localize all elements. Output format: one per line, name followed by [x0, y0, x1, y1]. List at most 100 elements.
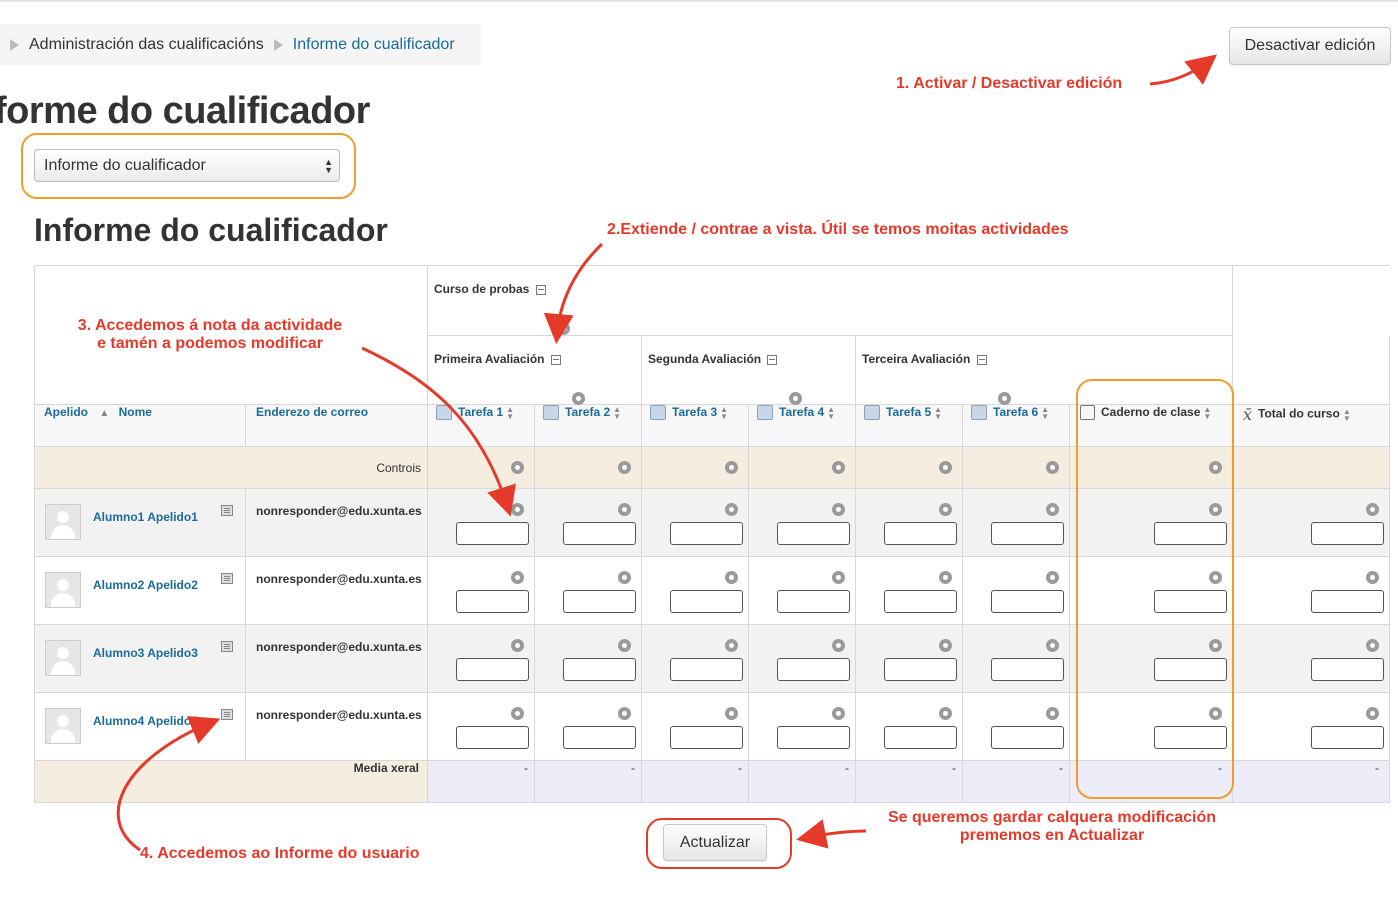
annotation-4: 4. Accedemos ao Informe do usuario [140, 845, 420, 862]
grade-input[interactable] [456, 658, 529, 681]
grade-input[interactable] [1311, 590, 1384, 613]
grade-input[interactable] [777, 658, 850, 681]
grade-cell [748, 556, 856, 625]
gear-icon[interactable] [939, 503, 952, 516]
sort-icon[interactable]: ▲ ▼ [1041, 405, 1049, 420]
avatar[interactable] [45, 708, 81, 744]
avatar[interactable] [45, 572, 81, 608]
gear-icon[interactable] [511, 571, 524, 584]
gear-icon[interactable] [618, 461, 631, 474]
sort-icon[interactable]: ▲ ▼ [613, 405, 621, 420]
expand-icon[interactable] [976, 354, 987, 365]
gear-icon[interactable] [725, 503, 738, 516]
grade-input[interactable] [563, 590, 636, 613]
gear-icon[interactable] [832, 503, 845, 516]
grade-input[interactable] [670, 726, 743, 749]
grade-input[interactable] [991, 726, 1064, 749]
sort-email[interactable]: Enderezo de correo [256, 405, 368, 419]
collapse-icon[interactable] [535, 284, 546, 295]
grade-input[interactable] [777, 726, 850, 749]
sort-icon[interactable]: ▲ ▼ [1343, 407, 1351, 422]
grade-input[interactable] [670, 658, 743, 681]
gear-icon[interactable] [1046, 503, 1059, 516]
gear-icon[interactable] [832, 639, 845, 652]
grade-input[interactable] [1311, 658, 1384, 681]
user-report-icon[interactable] [221, 641, 233, 652]
gear-icon[interactable] [1046, 461, 1059, 474]
gear-icon[interactable] [939, 639, 952, 652]
grade-input[interactable] [1311, 522, 1384, 545]
expand-icon[interactable] [767, 354, 778, 365]
gear-icon[interactable] [725, 571, 738, 584]
grade-input[interactable] [884, 590, 957, 613]
gear-icon[interactable] [939, 461, 952, 474]
grade-input[interactable] [456, 522, 529, 545]
gear-icon[interactable] [1366, 639, 1379, 652]
gear-icon[interactable] [1046, 639, 1059, 652]
expand-icon[interactable] [550, 354, 561, 365]
category-first: Primeira Avaliación [427, 335, 642, 405]
gear-icon[interactable] [1046, 707, 1059, 720]
breadcrumb-item-admin[interactable]: Administración das cualificacións [29, 36, 264, 54]
assignment-icon [864, 405, 880, 421]
arrow-1 [1149, 54, 1218, 86]
gear-icon[interactable] [618, 571, 631, 584]
avatar[interactable] [45, 504, 81, 540]
grade-input[interactable] [884, 522, 957, 545]
toggle-editing-button[interactable]: Desactivar edición [1229, 27, 1391, 65]
grade-input[interactable] [563, 658, 636, 681]
gear-icon[interactable] [618, 503, 631, 516]
user-report-icon[interactable] [221, 573, 233, 584]
first-gear-icon[interactable] [572, 392, 586, 405]
grade-input[interactable] [456, 590, 529, 613]
gear-icon[interactable] [939, 707, 952, 720]
student-name[interactable]: Alumno3 Apelido3 [93, 646, 198, 660]
gear-icon[interactable] [618, 639, 631, 652]
grade-input[interactable] [1311, 726, 1384, 749]
grade-input[interactable] [777, 590, 850, 613]
grade-input[interactable] [991, 658, 1064, 681]
second-gear-icon[interactable] [788, 392, 802, 405]
grade-input[interactable] [563, 726, 636, 749]
gear-icon[interactable] [1366, 571, 1379, 584]
avatar[interactable] [45, 640, 81, 676]
gear-icon[interactable] [511, 461, 524, 474]
user-report-icon[interactable] [221, 505, 233, 516]
sort-surname[interactable]: Apelido [44, 405, 88, 419]
breadcrumb-item-grader[interactable]: Informe do cualificador [293, 36, 455, 54]
student-name[interactable]: Alumno2 Apelido2 [93, 578, 198, 592]
grade-input[interactable] [563, 522, 636, 545]
grade-input[interactable] [670, 590, 743, 613]
gear-icon[interactable] [1046, 571, 1059, 584]
gear-icon[interactable] [511, 707, 524, 720]
gear-icon[interactable] [618, 707, 631, 720]
gear-icon[interactable] [832, 707, 845, 720]
grade-input[interactable] [991, 590, 1064, 613]
grade-input[interactable] [991, 522, 1064, 545]
sort-name[interactable]: Nome [119, 405, 152, 419]
gear-icon[interactable] [1366, 503, 1379, 516]
sort-icon[interactable]: ▲ ▼ [827, 405, 835, 420]
student-name[interactable]: Alumno1 Apelido1 [93, 510, 198, 524]
gear-icon[interactable] [725, 461, 738, 474]
gear-icon[interactable] [939, 571, 952, 584]
gear-icon[interactable] [1366, 707, 1379, 720]
grade-input[interactable] [670, 522, 743, 545]
course-gear-icon[interactable] [557, 322, 571, 335]
sort-icon[interactable]: ▲ ▼ [934, 405, 942, 420]
grade-input[interactable] [884, 658, 957, 681]
grade-input[interactable] [777, 522, 850, 545]
grade-input[interactable] [456, 726, 529, 749]
gear-icon[interactable] [725, 707, 738, 720]
sort-icon[interactable]: ▲ ▼ [720, 405, 728, 420]
student-name[interactable]: Alumno4 Apelido4 [93, 714, 198, 728]
user-report-icon[interactable] [221, 709, 233, 720]
gear-icon[interactable] [832, 571, 845, 584]
gear-icon[interactable] [511, 639, 524, 652]
gear-icon[interactable] [725, 639, 738, 652]
gear-icon[interactable] [511, 503, 524, 516]
grade-input[interactable] [884, 726, 957, 749]
third-gear-icon[interactable] [997, 392, 1011, 405]
gear-icon[interactable] [832, 461, 845, 474]
sort-icon[interactable]: ▲ ▼ [506, 405, 514, 420]
